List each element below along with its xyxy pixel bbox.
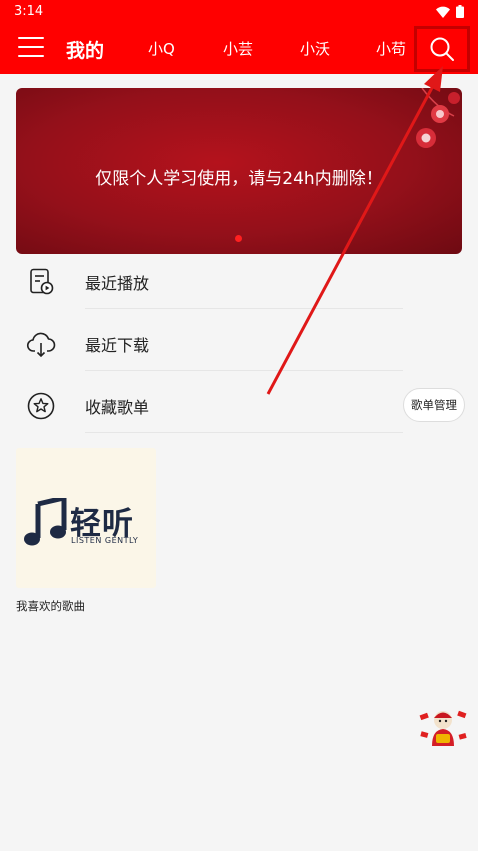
floating-mascot[interactable] (418, 706, 468, 750)
banner[interactable]: 仅限个人学习使用，请与24h内删除！ (16, 88, 462, 254)
search-button[interactable] (414, 26, 470, 72)
page-title: 我的 (66, 40, 105, 62)
cloud-download-icon (26, 332, 56, 358)
playlist-cover: 轻听 LISTEN GENTLY (16, 448, 156, 588)
divider (85, 308, 403, 309)
recent-download-label: 最近下载 (85, 336, 150, 355)
playlist-card[interactable]: 轻听 LISTEN GENTLY 我喜欢的歌曲 (16, 448, 156, 614)
mascot-icon (419, 710, 467, 746)
tab-xiao-wo[interactable]: 小沃 (300, 38, 330, 59)
flower-decoration-icon (416, 88, 460, 148)
status-time: 3:14 (14, 4, 44, 19)
playlist-name: 我喜欢的歌曲 (16, 599, 85, 613)
recent-play-label: 最近播放 (85, 274, 150, 293)
status-bar: 3:14 (0, 0, 478, 24)
battery-icon (456, 5, 464, 18)
tab-xiao-gou[interactable]: 小苟 (376, 38, 406, 59)
menu-icon[interactable] (18, 37, 44, 61)
music-note-icon (24, 498, 67, 546)
banner-text: 仅限个人学习使用，请与24h内删除！ (95, 169, 383, 189)
tab-xiao-q[interactable]: 小Q (148, 38, 175, 59)
top-navigation: 我的 小Q 小芸 小沃 小苟 (0, 24, 478, 74)
recent-play-item[interactable]: 最近播放 (0, 251, 478, 311)
recent-download-item[interactable]: 最近下载 (0, 313, 478, 373)
divider (85, 370, 403, 371)
star-icon (27, 392, 55, 420)
tab-xiao-yun[interactable]: 小芸 (223, 38, 253, 59)
carousel-indicator (235, 235, 242, 242)
favorite-playlists-label: 收藏歌单 (85, 398, 150, 417)
playlist-manage-button[interactable]: 歌单管理 (403, 388, 465, 422)
divider (85, 432, 403, 433)
system-icons (436, 5, 464, 18)
cover-tagline: LISTEN GENTLY (71, 536, 139, 545)
search-icon (430, 37, 454, 61)
recent-play-icon (30, 268, 54, 295)
wifi-icon (436, 6, 450, 18)
